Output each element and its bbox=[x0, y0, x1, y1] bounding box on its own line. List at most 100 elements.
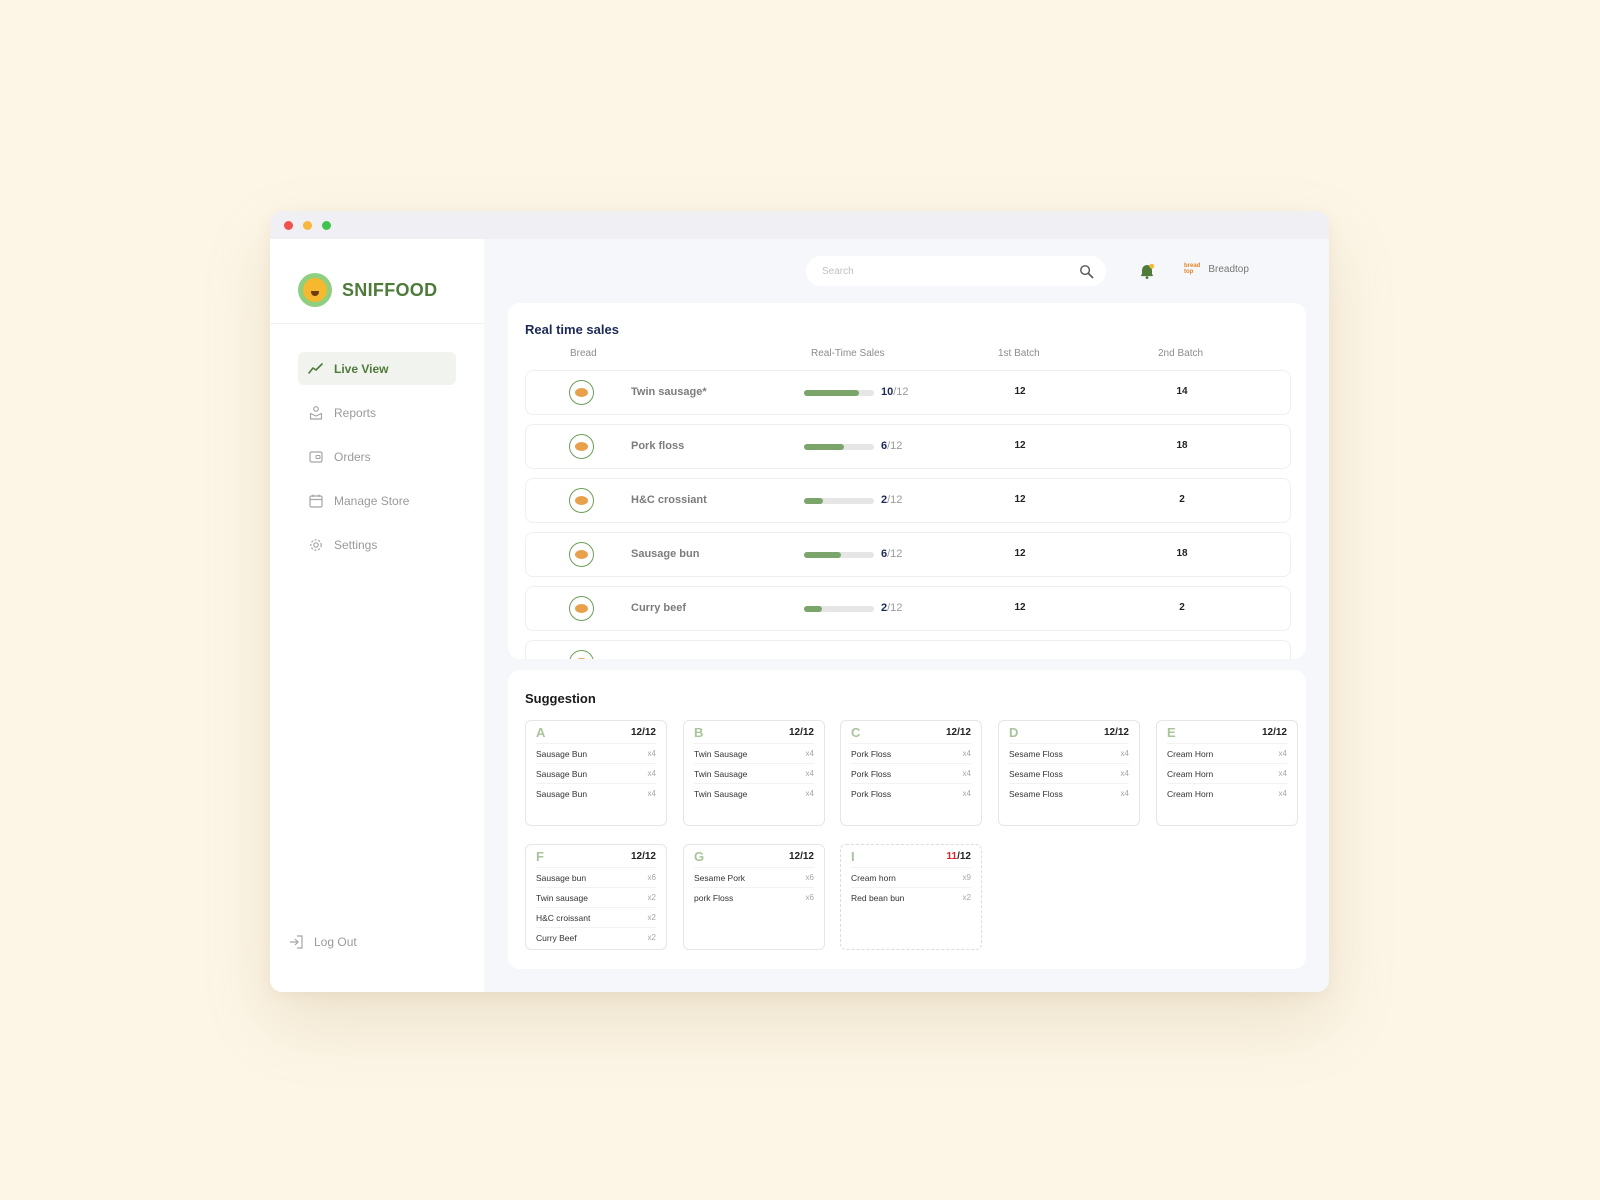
sales-row[interactable]: Pork floss 6/12 12 18 bbox=[525, 424, 1291, 469]
batch1-value: 12 bbox=[1014, 440, 1026, 451]
logout-button[interactable]: Log Out bbox=[288, 934, 357, 950]
notification-bell-icon[interactable] bbox=[1138, 262, 1156, 280]
real-time-sales-panel: Real time sales Bread Real-Time Sales 1s… bbox=[508, 303, 1306, 659]
app-window: SNIFFOOD Live View Reports Orders Manage… bbox=[270, 211, 1329, 992]
sales-progress-fill bbox=[804, 390, 860, 396]
bread-icon bbox=[569, 542, 594, 567]
card-item-qty: x4 bbox=[962, 789, 971, 798]
card-item-qty: x4 bbox=[647, 769, 656, 778]
card-item: Twin Sausage x4 bbox=[694, 743, 814, 763]
suggestion-card-g[interactable]: G 12/12 Sesame Pork x6 pork Floss x6 bbox=[683, 844, 825, 950]
sales-total: /12 bbox=[887, 548, 903, 560]
bread-icon bbox=[569, 596, 594, 621]
sales-row[interactable]: Twin sausage* 10/12 12 14 bbox=[525, 370, 1291, 415]
card-count: 12/12 bbox=[946, 727, 971, 738]
main-content: bread top Breadtop Real time sales Bread… bbox=[484, 239, 1329, 992]
card-header: G 12/12 bbox=[694, 845, 814, 867]
sidebar-item-manage-store[interactable]: Manage Store bbox=[298, 484, 456, 517]
card-item-name: H&C croissant bbox=[536, 912, 591, 923]
card-count-total: /12 bbox=[1115, 726, 1129, 738]
batch2-value: 2 bbox=[1179, 602, 1185, 613]
card-count: 12/12 bbox=[631, 851, 656, 862]
batch1-value: 12 bbox=[1014, 548, 1026, 559]
sales-row[interactable]: H&C crossiant 2/12 12 2 bbox=[525, 478, 1291, 523]
suggestion-card-e[interactable]: E 12/12 Cream Horn x4 Cream Horn x4 Cream Horn… bbox=[1156, 720, 1298, 826]
suggestion-card-a[interactable]: A 12/12 Sausage Bun x4 Sausage Bun x4 Sausage … bbox=[525, 720, 667, 826]
gear-icon bbox=[310, 538, 322, 551]
sidebar-divider bbox=[270, 323, 484, 324]
sidebar-item-reports[interactable]: Reports bbox=[298, 396, 456, 429]
sales-progress-fill bbox=[804, 552, 842, 558]
card-header: D 12/12 bbox=[1009, 721, 1129, 743]
logout-label: Log Out bbox=[314, 935, 357, 949]
suggestion-card-d[interactable]: D 12/12 Sesame Floss x4 Sesame Floss x4 Sesame… bbox=[998, 720, 1140, 826]
card-item-qty: x4 bbox=[647, 789, 656, 798]
suggestion-card-f[interactable]: F 12/12 Sausage bun x6 Twin sausage x2 H&C cro… bbox=[525, 844, 667, 950]
card-item-qty: x4 bbox=[1278, 769, 1287, 778]
batch2-value: 18 bbox=[1176, 440, 1188, 451]
sidebar-item-label: Orders bbox=[334, 449, 371, 464]
card-item-name: Pork Floss bbox=[851, 768, 892, 779]
card-item: Twin Sausage x4 bbox=[694, 763, 814, 783]
card-item-qty: x6 bbox=[647, 873, 656, 882]
sidebar-item-orders[interactable]: Orders bbox=[298, 440, 456, 473]
card-item-name: Cream Horn bbox=[1167, 788, 1214, 799]
card-item-name: Sesame Floss bbox=[1009, 768, 1063, 779]
bread-icon bbox=[569, 650, 594, 659]
card-item: Pork Floss x4 bbox=[851, 763, 971, 783]
card-item-name: pork Floss bbox=[694, 892, 734, 903]
store-profile[interactable]: bread top Breadtop bbox=[1184, 263, 1249, 275]
breadtop-logo: bread top bbox=[1184, 263, 1200, 275]
card-count: 12/12 bbox=[1262, 727, 1287, 738]
sales-count: 2/12 bbox=[881, 494, 902, 506]
sidebar-item-settings[interactable]: Settings bbox=[298, 528, 456, 561]
card-letter: G bbox=[694, 848, 705, 864]
chart-line-icon bbox=[308, 362, 323, 374]
card-item-qty: x4 bbox=[1278, 749, 1287, 758]
card-header: I 11/12 bbox=[851, 845, 971, 867]
search-icon[interactable] bbox=[1079, 264, 1094, 279]
card-item: Pork Floss x4 bbox=[851, 783, 971, 803]
minimize-window-button[interactable] bbox=[303, 220, 312, 230]
sales-sold: 10 bbox=[881, 386, 894, 398]
card-count: 12/12 bbox=[631, 727, 656, 738]
bread-icon bbox=[569, 434, 594, 459]
card-item: Red bean bun x2 bbox=[851, 887, 971, 907]
card-item-qty: x2 bbox=[647, 933, 656, 942]
sales-row-partial[interactable] bbox=[525, 640, 1291, 659]
close-window-button[interactable] bbox=[284, 220, 293, 230]
card-item-qty: x4 bbox=[1278, 789, 1287, 798]
reports-icon bbox=[309, 405, 323, 420]
card-item-name: Pork Floss bbox=[851, 748, 892, 759]
sales-progress-fill bbox=[804, 498, 823, 504]
suggestion-card-c[interactable]: C 12/12 Pork Floss x4 Pork Floss x4 Pork Floss… bbox=[840, 720, 982, 826]
card-count: 11/12 bbox=[947, 851, 971, 862]
sales-row[interactable]: Sausage bun 6/12 12 18 bbox=[525, 532, 1291, 577]
card-count-total: /12 bbox=[957, 726, 971, 738]
card-count-current: 12 bbox=[630, 850, 643, 862]
column-header-batch2: 2nd Batch bbox=[1158, 348, 1204, 359]
batch2-value: 14 bbox=[1176, 386, 1188, 397]
suggestion-card-b[interactable]: B 12/12 Twin Sausage x4 Twin Sausage x4 Twin S… bbox=[683, 720, 825, 826]
maximize-window-button[interactable] bbox=[322, 220, 331, 230]
card-item: Sesame Pork x6 bbox=[694, 867, 814, 887]
card-item-name: Sausage Bun bbox=[536, 788, 588, 799]
bread-name: H&C crossiant bbox=[631, 494, 707, 506]
search-bar bbox=[806, 256, 1106, 286]
suggestion-card-i[interactable]: I 11/12 Cream horn x9 Red bean bun x2 bbox=[840, 844, 982, 950]
card-item: Sausage Bun x4 bbox=[536, 783, 656, 803]
bread-name: Twin sausage* bbox=[631, 386, 707, 398]
card-item-qty: x4 bbox=[805, 789, 814, 798]
card-item-qty: x4 bbox=[805, 749, 814, 758]
batch1-value: 12 bbox=[1014, 386, 1026, 397]
brand-logo[interactable]: SNIFFOOD bbox=[298, 273, 437, 307]
sales-row[interactable]: Curry beef 2/12 12 2 bbox=[525, 586, 1291, 631]
sidebar-item-live-view[interactable]: Live View bbox=[298, 352, 456, 385]
card-letter: F bbox=[536, 848, 544, 864]
sales-progress-bar bbox=[804, 552, 874, 558]
batch1-value: 12 bbox=[1014, 602, 1026, 613]
search-input[interactable] bbox=[822, 265, 1079, 277]
card-count-total: /12 bbox=[957, 850, 971, 862]
store-name: Breadtop bbox=[1208, 263, 1249, 275]
card-item-name: Sausage bun bbox=[536, 872, 587, 883]
